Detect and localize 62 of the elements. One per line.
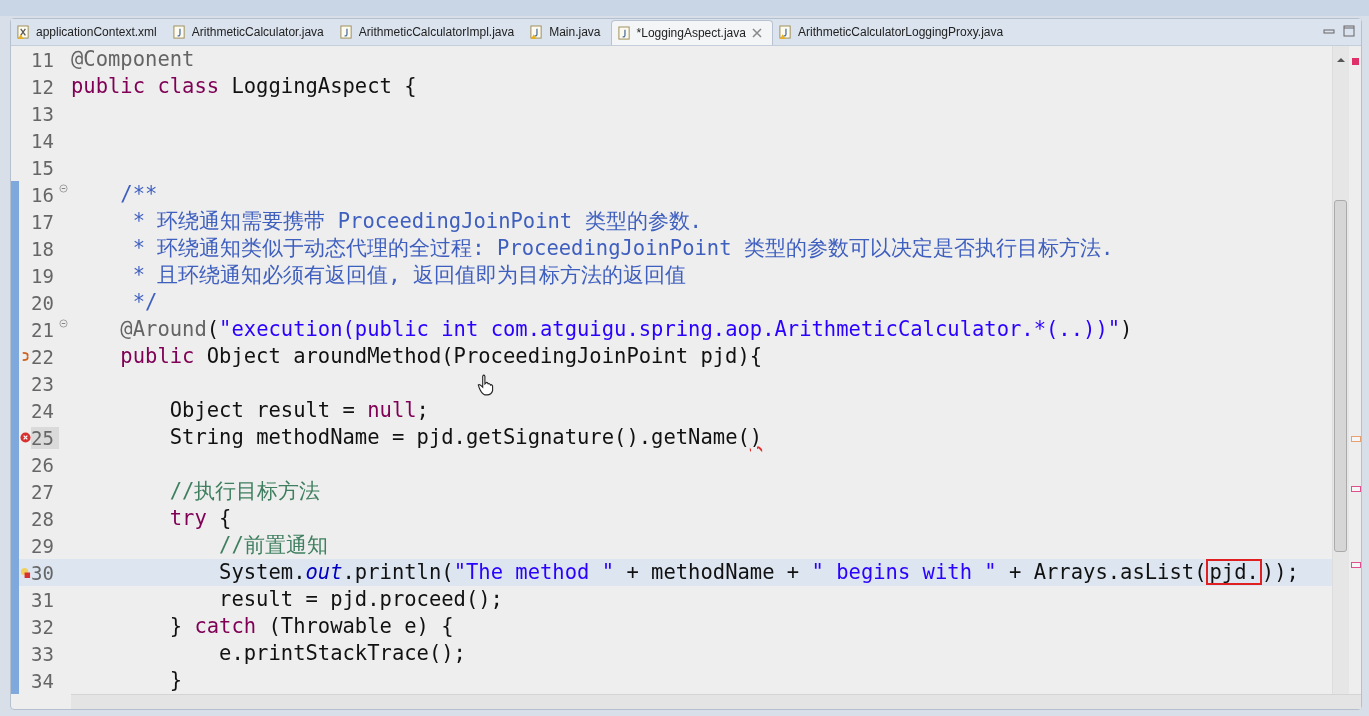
overview-marker[interactable] [1351,486,1361,492]
code-line: String methodName = pjd.getSignature().getName() [169,424,763,451]
line-number: 32 [31,615,55,638]
line-number: 29 [31,534,55,557]
line-number: 22 [31,345,55,368]
code-line: * 环绕通知类似于动态代理的全过程: ProceedingJoinPoint 类型的参数可以决定是否执行目标方法. [131,235,1114,262]
code-line: * 环绕通知需要携带 ProceedingJoinPoint 类型的参数. [131,208,702,235]
line-number: 19 [31,264,55,287]
line-number: 12 [31,75,55,98]
line-number: 34 [31,669,55,692]
collapse-icon[interactable] [59,184,68,193]
code-line: @Component [71,46,195,73]
line-number: 18 [31,237,55,260]
hand-cursor-icon [477,374,495,396]
line-number: 30 [31,561,55,584]
collapse-icon[interactable] [59,319,68,328]
line-number: 25 [31,426,59,449]
code-line: @Around("execution(public int com.atguigu.spring.aop.ArithmeticCalculator.*(..))") [120,316,1133,343]
editor-tab[interactable]: ArithmeticCalculatorImpl.java [333,20,525,44]
line-number: 26 [31,453,55,476]
code-line: } catch (Throwable e) { [169,613,454,640]
editor-tab[interactable]: *LoggingAspect.java [610,20,773,45]
line-number: 28 [31,507,55,530]
line-number: 11 [31,48,55,71]
editor-tab[interactable]: Main.java [524,20,611,44]
scroll-up-icon[interactable] [1337,58,1345,62]
maximize-icon[interactable] [1343,25,1355,37]
line-number: 27 [31,480,55,503]
editor-tab[interactable]: applicationContext.xml [11,20,167,44]
editor-tab[interactable]: ArithmeticCalculator.java [166,20,334,44]
line-number: 15 [31,156,55,179]
line-number: 20 [31,291,55,314]
scrollbar-thumb[interactable] [1334,200,1347,552]
close-icon[interactable] [751,28,762,38]
line-number: 31 [31,588,55,611]
overview-marker[interactable] [1351,562,1361,568]
code-line: System.out.println("The method " + methodName + " begins with " + Arrays.asList(pjd.)); [219,559,1299,586]
line-number: 33 [31,642,55,665]
code-line: } [169,667,183,694]
code-line: //执行目标方法 [169,478,321,505]
code-line: */ [131,289,158,316]
line-number: 23 [31,372,55,395]
code-line: public Object aroundMethod(ProceedingJoinPoint pjd){ [120,343,763,370]
line-number: 14 [31,129,55,152]
code-line: try { [169,505,232,532]
overview-marker[interactable] [1351,436,1361,442]
code-line: Object result = null; [169,397,429,424]
horizontal-scrollbar[interactable] [71,694,1361,709]
code-line: result = pjd.proceed(); [219,586,503,613]
line-number: 17 [31,210,55,233]
editor-tab[interactable]: ArithmeticCalculatorLoggingProxy.java [772,20,1014,44]
code-line: //前置通知 [219,532,328,559]
line-number: 21 [31,318,55,341]
error-indicator-icon [1352,58,1359,65]
code-line: * 且环绕通知必须有返回值, 返回值即为目标方法的返回值 [131,262,687,289]
code-line: public class LoggingAspect { [71,73,417,100]
code-line: e.printStackTrace(); [219,640,466,667]
line-number: 16 [31,183,55,206]
line-number: 24 [31,399,55,422]
line-number: 13 [31,102,55,125]
vertical-scrollbar[interactable] [1332,46,1349,694]
code-line: /** [120,181,158,208]
